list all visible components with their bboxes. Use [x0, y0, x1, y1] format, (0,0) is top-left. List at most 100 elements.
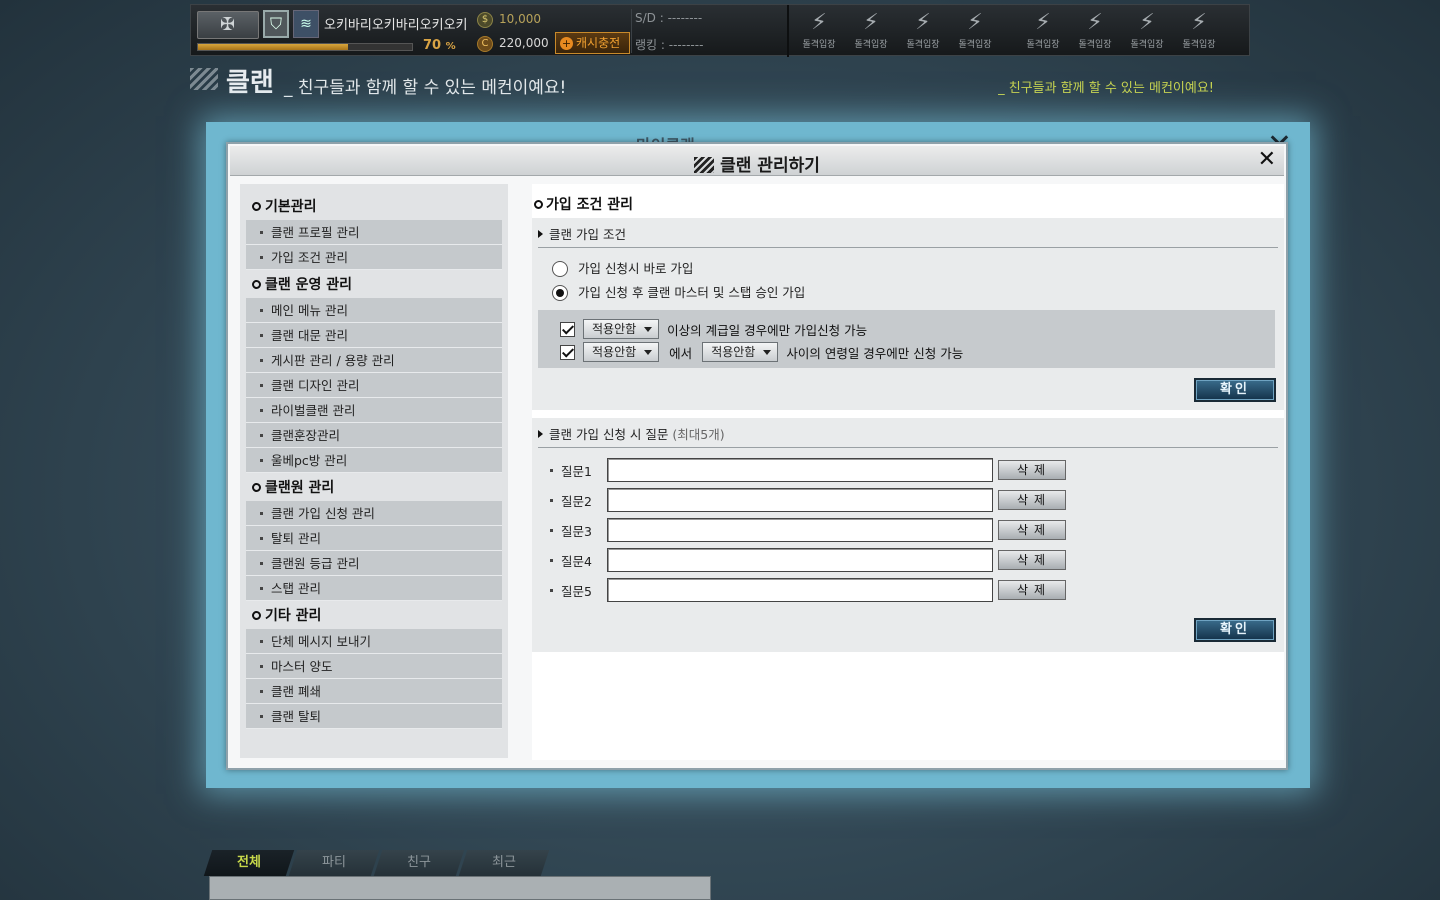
wings-icon: ✠: [220, 14, 236, 35]
join-condition-content: 가입 조건 관리 클랜 가입 조건 가입 신청시 바로 가입 가입 신청 후 클…: [532, 184, 1284, 760]
rank-condition-checkbox[interactable]: [560, 321, 575, 337]
question-input[interactable]: [607, 578, 993, 602]
question-delete-button[interactable]: 삭제: [998, 550, 1066, 570]
chat-tab[interactable]: 최근: [458, 850, 550, 876]
sidebar-item-label: 클랜 프로필 관리: [271, 225, 360, 240]
sidebar-item[interactable]: 클랜원 등급 관리: [246, 551, 502, 576]
quick-join-slot[interactable]: ⚡ 돌격입장: [1173, 7, 1225, 55]
sidebar-item[interactable]: 메인 메뉴 관리: [246, 298, 502, 323]
sidebar-item[interactable]: 클랜 대문 관리: [246, 323, 502, 348]
radio-instant-join-label: 가입 신청시 바로 가입: [578, 261, 694, 276]
rank-select[interactable]: 적용안함: [583, 319, 660, 339]
clan-shield-icon: ⛉: [263, 10, 289, 38]
age-condition-text: 사이의 연령일 경우에만 신청 가능: [786, 345, 964, 361]
circle-bullet-icon: [534, 200, 543, 209]
chat-input[interactable]: [209, 876, 711, 900]
quick-join-slots: ⚡ 돌격입장 ⚡ 돌격입장 ⚡ 돌격입장 ⚡ 돌격입장 ⚡ 돌격입장 ⚡ 돌격입장 ⚡ 돌격입장 ⚡ 돌격입장: [793, 7, 1247, 55]
chat-tab-label: 최근: [492, 855, 516, 870]
age-mid-text: 에서: [669, 345, 693, 361]
square-bullet-icon: [260, 459, 263, 462]
sidebar-item[interactable]: 스탭 관리: [246, 576, 502, 601]
circle-bullet-icon: [252, 202, 261, 211]
chat-tab[interactable]: 친구: [373, 850, 465, 876]
square-bullet-icon: [260, 587, 263, 590]
circle-bullet-icon: [252, 611, 261, 620]
question-input[interactable]: [607, 488, 993, 512]
quick-join-slot[interactable]: ⚡ 돌격입장: [1069, 7, 1121, 55]
chat-tab-label: 친구: [407, 855, 431, 870]
sidebar-item[interactable]: 단체 메시지 보내기: [246, 629, 502, 654]
page-subtitle: _ 친구들과 함께 할 수 있는 메컨이예요!: [284, 78, 567, 98]
sidebar-item[interactable]: 라이벌클랜 관리: [246, 398, 502, 423]
cash-charge-label: 캐시충전: [576, 36, 621, 50]
age-to-select[interactable]: 적용안함: [702, 342, 779, 362]
join-condition-confirm-button[interactable]: 확인: [1194, 378, 1276, 402]
question-delete-button[interactable]: 삭제: [998, 520, 1066, 540]
cash-value: 220,000: [499, 36, 549, 50]
age-condition-row: 적용안함 에서 적용안함 사이의 연령일 경우에만 신청 가능: [560, 342, 963, 362]
quick-join-slot-label: 돌격입장: [1078, 40, 1112, 50]
question-input[interactable]: [607, 548, 993, 572]
sidebar-item-label: 클랜 가입 신청 관리: [271, 506, 375, 521]
quick-join-slot[interactable]: ⚡ 돌격입장: [949, 7, 1001, 55]
sidebar-item[interactable]: 마스터 양도: [246, 654, 502, 679]
cash-charge-button[interactable]: + 캐시충전: [555, 32, 630, 54]
sidebar-item[interactable]: 탈퇴 관리: [246, 526, 502, 551]
quick-join-slot[interactable]: ⚡ 돌격입장: [1121, 7, 1173, 55]
sidebar-group-label: 기타 관리: [265, 608, 322, 624]
sidebar-item-label: 클랜 대문 관리: [271, 328, 348, 343]
question-delete-button[interactable]: 삭제: [998, 490, 1066, 510]
square-bullet-icon: [550, 528, 553, 532]
sidebar-item[interactable]: 울베pc방 관리: [246, 448, 502, 473]
quick-join-slot[interactable]: ⚡ 돌격입장: [845, 7, 897, 55]
age-from-select[interactable]: 적용안함: [583, 342, 660, 362]
rank-condition-row: 적용안함 이상의 계급일 경우에만 가입신청 가능: [560, 319, 867, 339]
radio-icon[interactable]: [552, 261, 568, 277]
quick-join-slot-label: 돌격입장: [906, 40, 940, 50]
quick-join-slot[interactable]: ⚡ 돌격입장: [793, 7, 845, 55]
exp-percent: 70 %: [423, 38, 456, 53]
question-row: 질문1 삭제: [550, 458, 1066, 482]
question-row: 질문4 삭제: [550, 548, 1066, 572]
age-condition-checkbox[interactable]: [560, 344, 575, 360]
sidebar-item[interactable]: 클랜 폐쇄: [246, 679, 502, 704]
sidebar-item[interactable]: 게시판 관리 / 용량 관리: [246, 348, 502, 373]
chat-tab[interactable]: 전체: [203, 850, 295, 876]
lightning-icon: ⚡: [1035, 10, 1051, 35]
sidebar-item[interactable]: 가입 조건 관리: [246, 245, 502, 270]
ranking: 랭킹 : --------: [635, 38, 704, 52]
triangle-bullet-icon: [538, 430, 543, 438]
dialog-title: 클랜 관리하기: [230, 151, 1284, 176]
question-delete-button[interactable]: 삭제: [998, 580, 1066, 600]
divider: [631, 9, 632, 53]
lightning-icon: ⚡: [1191, 10, 1207, 35]
divider: [538, 247, 1278, 248]
sidebar-item[interactable]: 클랜훈장관리: [246, 423, 502, 448]
chat-tab[interactable]: 파티: [288, 850, 380, 876]
question-confirm-button[interactable]: 확인: [1194, 618, 1276, 642]
sidebar-item[interactable]: 클랜 가입 신청 관리: [246, 501, 502, 526]
radio-instant-join[interactable]: 가입 신청시 바로 가입: [552, 258, 693, 277]
sidebar-group-title: 기타 관리: [246, 601, 502, 629]
sidebar-item-label: 클랜 디자인 관리: [271, 378, 360, 393]
sidebar-group-title: 기본관리: [246, 192, 502, 220]
square-bullet-icon: [260, 665, 263, 668]
join-question-panel: 클랜 가입 신청 시 질문 (최대5개) 질문1 삭제 질문2 삭제 질문3 삭제 질문4 삭제…: [532, 418, 1284, 652]
sidebar-item-label: 클랜 폐쇄: [271, 684, 321, 699]
question-input[interactable]: [607, 458, 993, 482]
question-delete-button[interactable]: 삭제: [998, 460, 1066, 480]
sidebar-item[interactable]: 클랜 디자인 관리: [246, 373, 502, 398]
sidebar-item-label: 울베pc방 관리: [271, 453, 348, 468]
question-input[interactable]: [607, 518, 993, 542]
sidebar-item[interactable]: 클랜 프로필 관리: [246, 220, 502, 245]
page-title: 클랜: [226, 68, 274, 98]
quick-join-slot[interactable]: ⚡ 돌격입장: [1017, 7, 1069, 55]
radio-icon[interactable]: [552, 285, 568, 301]
close-icon[interactable]: ✕: [1258, 147, 1276, 172]
radio-approval-join[interactable]: 가입 신청 후 클랜 마스터 및 스탭 승인 가입: [552, 282, 805, 301]
quick-join-slot[interactable]: ⚡ 돌격입장: [897, 7, 949, 55]
join-question-limit: (최대5개): [672, 427, 725, 442]
sidebar-item[interactable]: 클랜 탈퇴: [246, 704, 502, 729]
sidebar-group-label: 클랜원 관리: [265, 480, 335, 496]
content-heading-text: 가입 조건 관리: [546, 197, 634, 213]
